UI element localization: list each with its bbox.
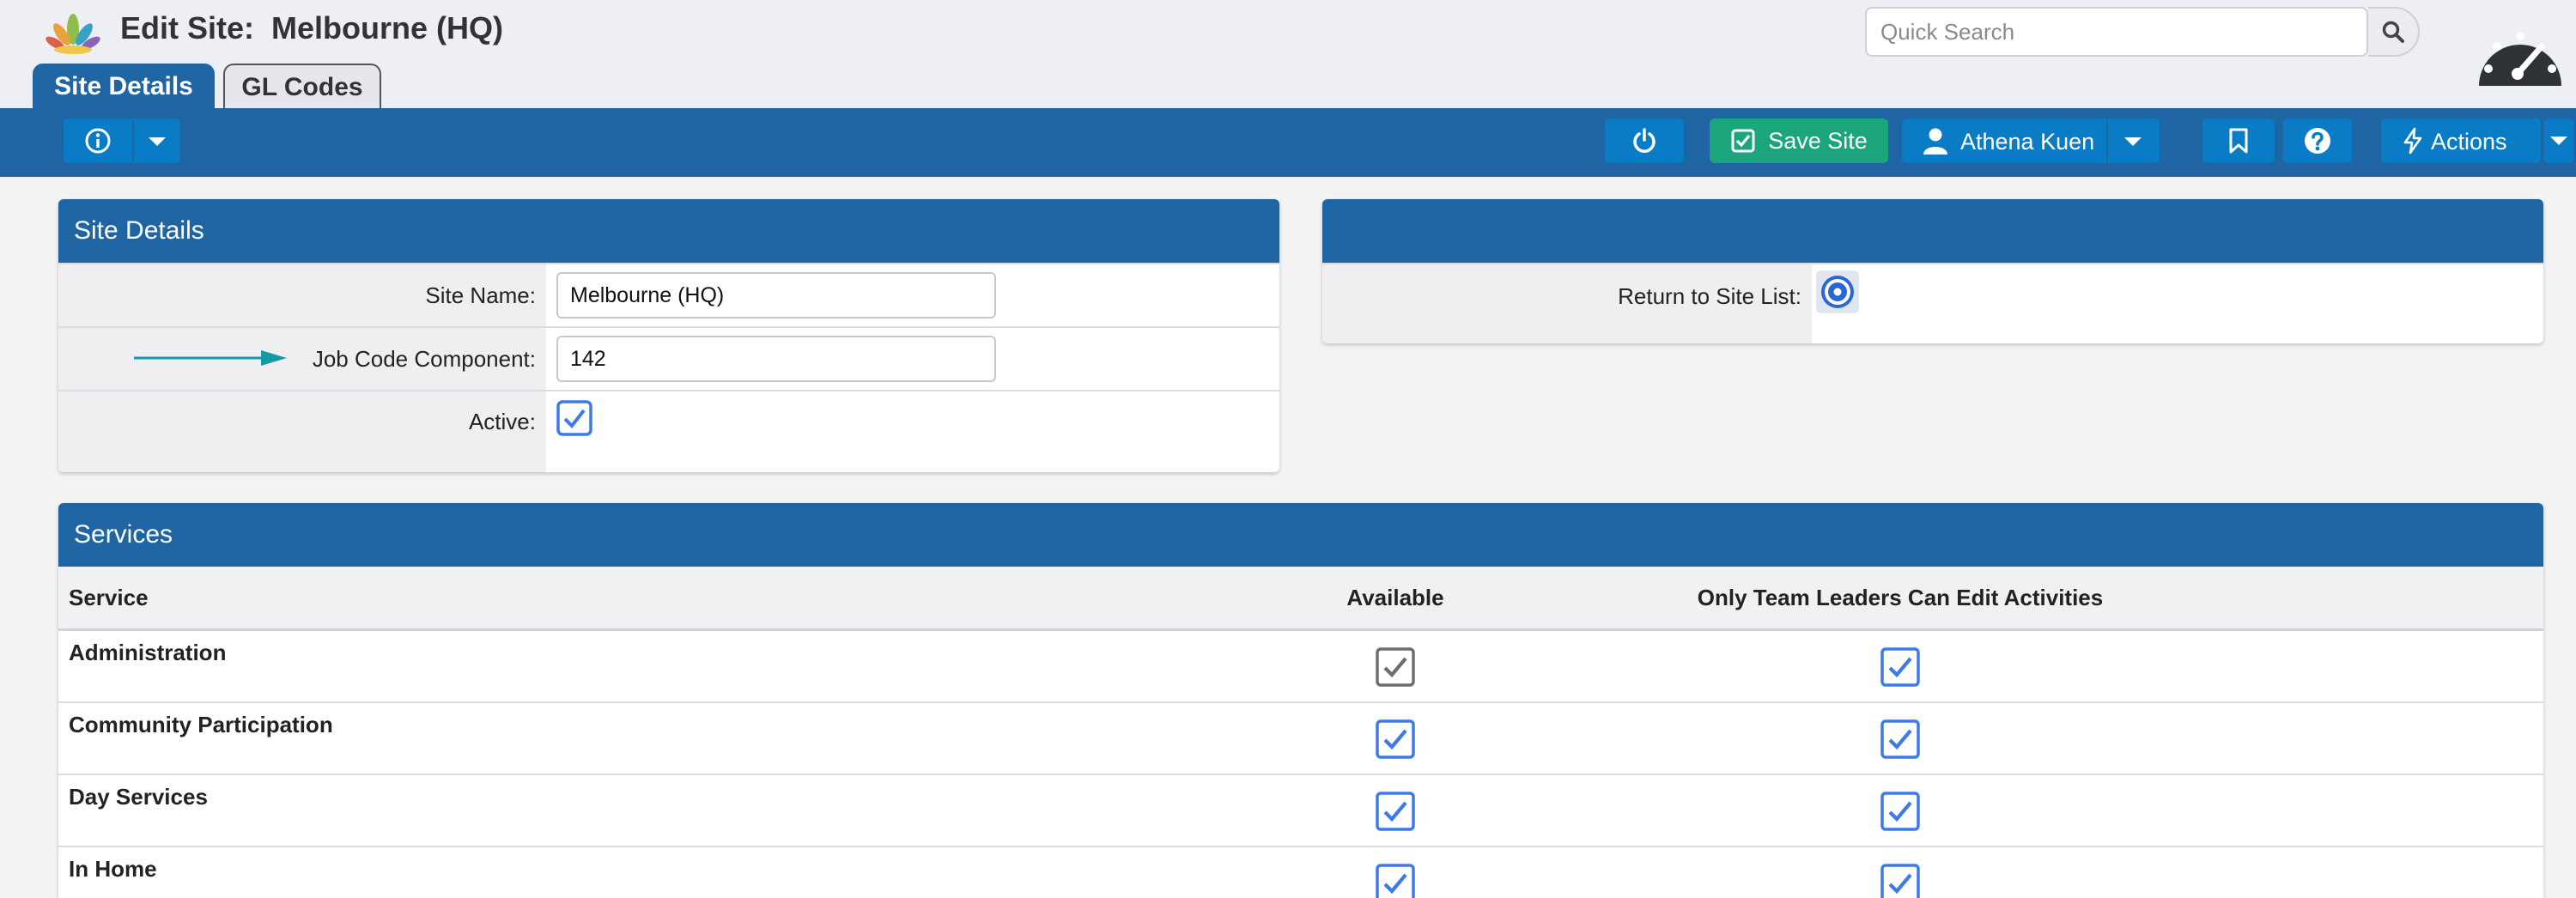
team-leaders-checkbox[interactable] [1880, 792, 1920, 831]
team-leaders-checkbox[interactable] [1880, 719, 1920, 759]
available-checkbox [1376, 647, 1415, 687]
user-menu-button[interactable]: Athena Kuen [1902, 118, 2160, 163]
split-divider [132, 118, 134, 163]
table-header-row: Service Available Only Team Leaders Can … [58, 567, 2543, 630]
arrow-right-icon [134, 348, 289, 368]
question-circle-icon [2303, 126, 2332, 155]
available-checkbox[interactable] [1376, 864, 1415, 898]
title-site-name: Melbourne (HQ) [271, 10, 503, 46]
service-name: Administration [58, 630, 1166, 703]
save-site-button[interactable]: Save Site [1710, 118, 1888, 163]
table-row: Day Services [58, 774, 2543, 846]
services-panel: Services Service Available Only Team Lea… [58, 503, 2543, 898]
table-row: Community Participation [58, 702, 2543, 774]
lightning-icon [2402, 127, 2424, 155]
return-label: Return to Site List: [1322, 264, 1812, 343]
user-icon [1923, 127, 1948, 155]
info-dropdown-button[interactable] [64, 118, 180, 163]
job-code-label: Job Code Component: [58, 328, 546, 390]
split-divider [2106, 118, 2108, 163]
lotus-logo-icon [43, 7, 103, 60]
actions-label: Actions [2431, 129, 2507, 155]
search-button[interactable] [2368, 7, 2420, 57]
column-header-team-leaders[interactable]: Only Team Leaders Can Edit Activities [1625, 567, 2543, 630]
available-checkbox[interactable] [1376, 719, 1415, 759]
service-name: Community Participation [58, 702, 1166, 774]
actions-button[interactable]: Actions [2381, 118, 2541, 163]
table-row: In Home [58, 846, 2543, 898]
power-button[interactable] [1605, 118, 1684, 163]
tab-gl-codes[interactable]: GL Codes [223, 64, 381, 110]
title-prefix: Edit Site: [120, 10, 254, 46]
site-name-input[interactable] [556, 272, 996, 319]
tab-site-details[interactable]: Site Details [33, 64, 215, 110]
bookmark-icon [2228, 127, 2249, 155]
service-name: Day Services [58, 774, 1166, 846]
toolbar: Save Site Athena Kuen Actions [0, 108, 2576, 177]
service-name: In Home [58, 846, 1166, 898]
chevron-down-icon [2123, 136, 2142, 148]
job-code-row: Job Code Component: [58, 326, 1279, 390]
page-title: Edit Site: Melbourne (HQ) [120, 10, 503, 46]
chevron-down-icon [2549, 135, 2568, 147]
site-details-heading: Site Details [58, 199, 1279, 263]
chevron-down-icon [148, 136, 167, 148]
power-icon [1631, 127, 1658, 155]
active-checkbox[interactable] [556, 400, 592, 436]
site-details-panel: Site Details Site Name: Job Code Compone… [58, 199, 1279, 472]
services-heading: Services [58, 503, 2543, 567]
team-leaders-checkbox[interactable] [1880, 647, 1920, 687]
help-button[interactable] [2283, 118, 2352, 163]
checkbox-icon [1730, 128, 1756, 154]
info-circle-icon [84, 127, 112, 155]
search-icon [2381, 20, 2405, 44]
site-name-label: Site Name: [58, 264, 546, 326]
site-name-row: Site Name: [58, 263, 1279, 326]
return-panel: Return to Site List: [1322, 199, 2543, 343]
speedometer-icon[interactable] [2476, 21, 2564, 89]
top-header: Edit Site: Melbourne (HQ) Site Details G… [0, 0, 2576, 108]
table-row: Administration [58, 630, 2543, 703]
target-circle-icon[interactable] [1815, 270, 1860, 314]
return-panel-heading [1322, 199, 2543, 263]
column-header-service[interactable]: Service [58, 567, 1166, 630]
user-name: Athena Kuen [1960, 129, 2094, 155]
bookmark-button[interactable] [2202, 118, 2275, 163]
actions-dropdown-button[interactable] [2544, 118, 2573, 163]
active-row: Active: [58, 390, 1279, 472]
team-leaders-checkbox[interactable] [1880, 864, 1920, 898]
job-code-input[interactable] [556, 336, 996, 382]
return-row: Return to Site List: [1322, 263, 2543, 343]
quick-search-input[interactable] [1865, 7, 2368, 57]
active-label: Active: [58, 391, 546, 472]
column-header-available[interactable]: Available [1166, 567, 1625, 630]
available-checkbox[interactable] [1376, 792, 1415, 831]
services-table: Service Available Only Team Leaders Can … [58, 567, 2543, 898]
save-site-label: Save Site [1768, 128, 1868, 155]
